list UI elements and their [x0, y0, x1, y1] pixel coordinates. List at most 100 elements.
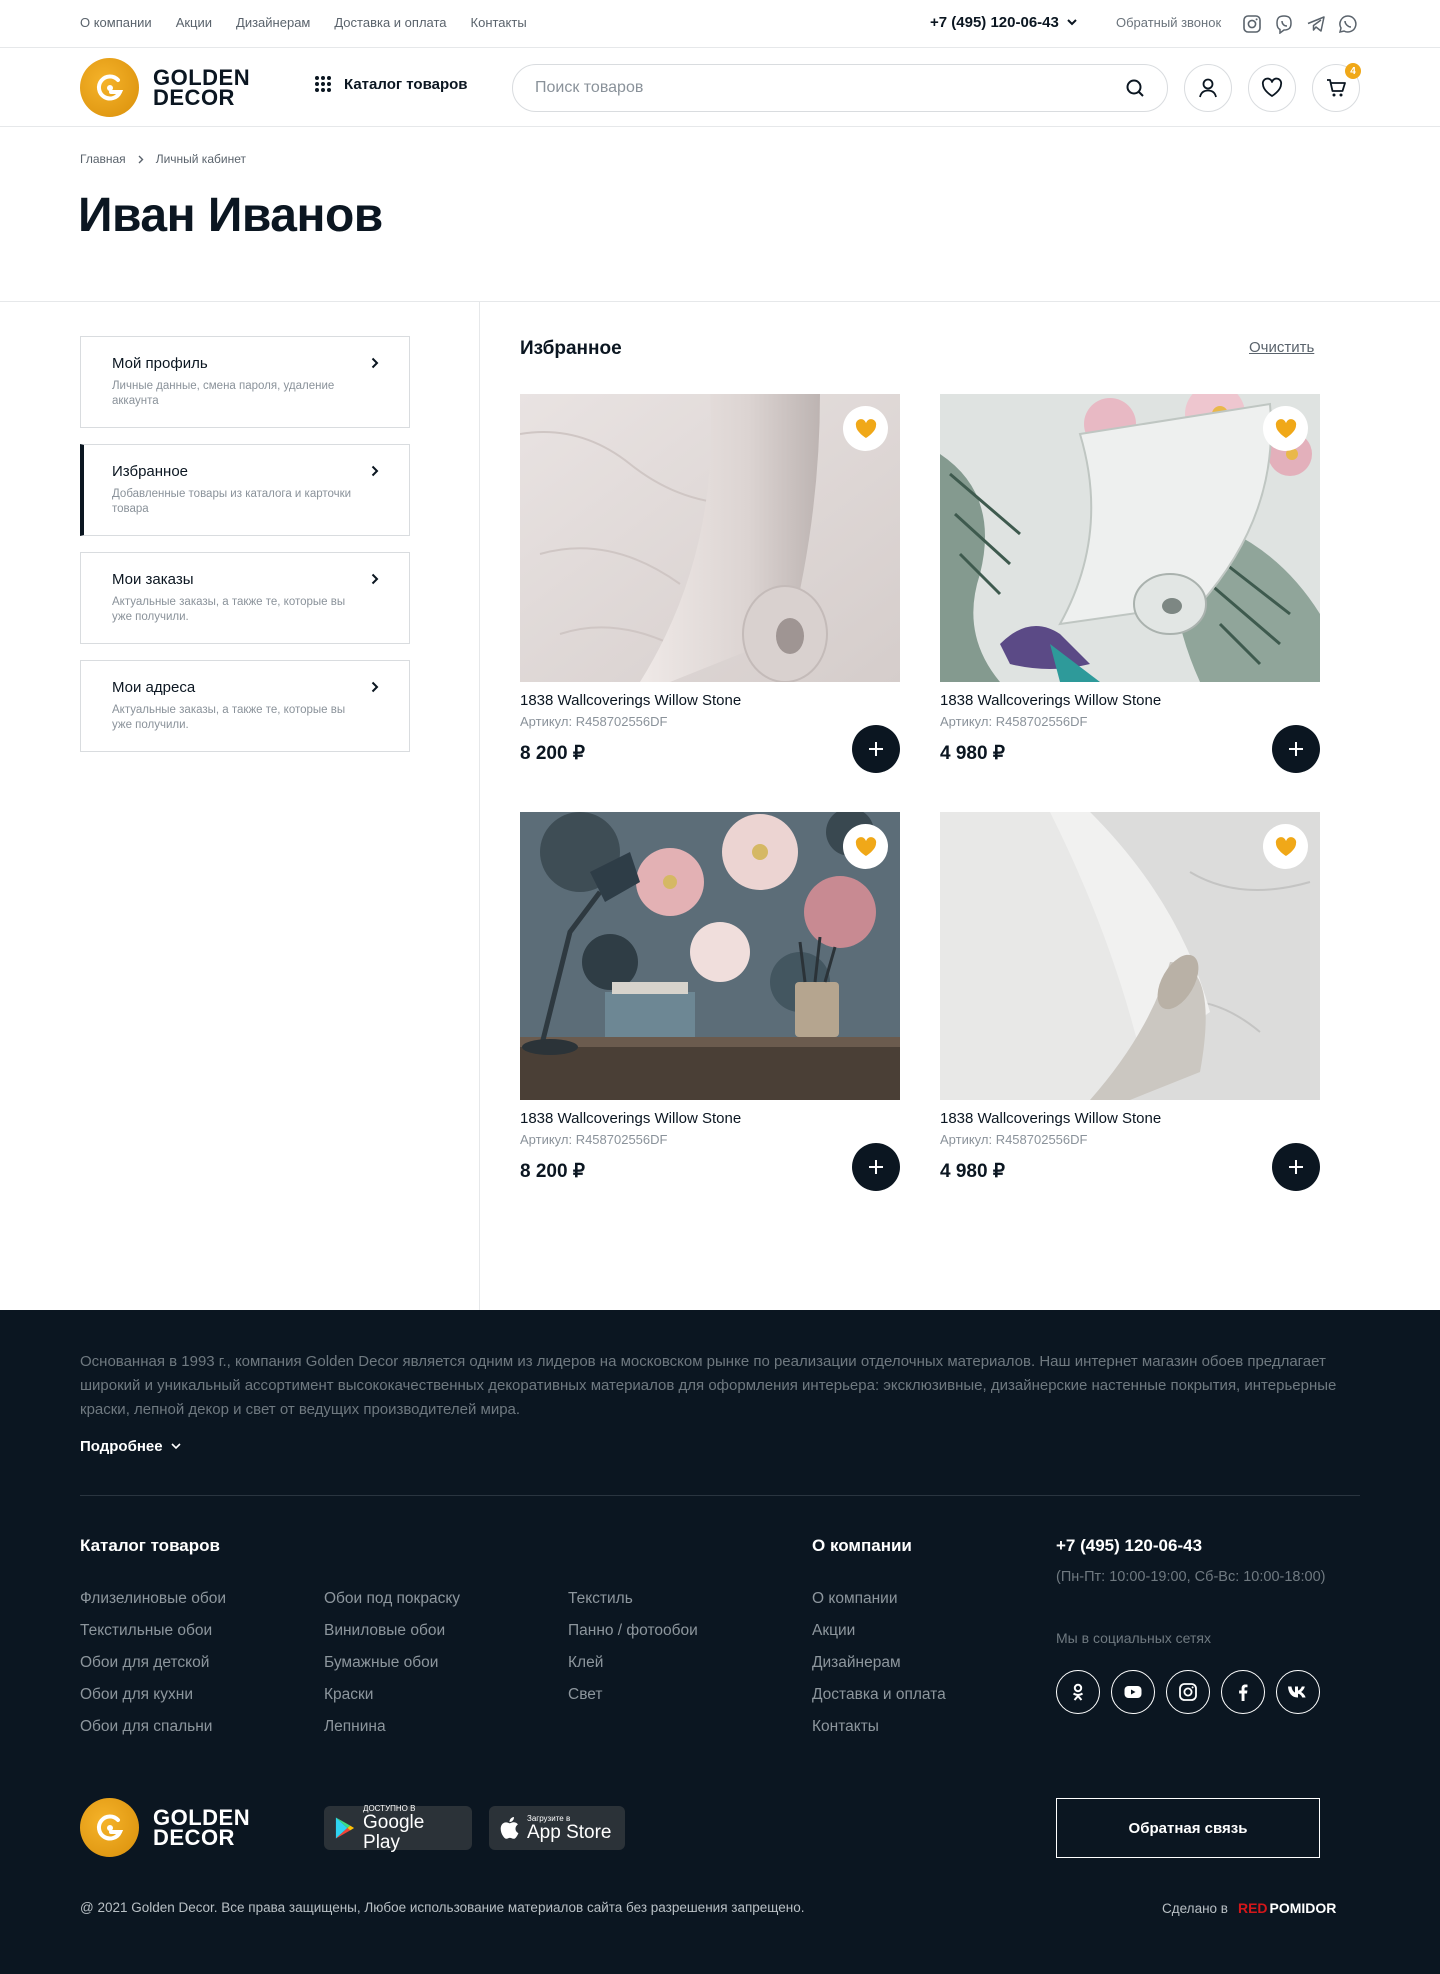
add-to-cart-button[interactable]	[852, 1143, 900, 1191]
odnoklassniki-icon[interactable]	[1056, 1670, 1100, 1714]
footer-socials-title: Мы в социальных сетях	[1056, 1630, 1211, 1646]
sidebar-item-profile[interactable]: Мой профиль Личные данные, смена пароля,…	[80, 336, 410, 428]
sidebar-item-title: Мой профиль	[112, 355, 208, 372]
favorite-toggle[interactable]	[1263, 824, 1308, 869]
footer-link[interactable]: Обои для спальни	[80, 1717, 226, 1736]
catalog-button[interactable]: Каталог товаров	[314, 75, 468, 93]
read-more-button[interactable]: Подробнее	[80, 1438, 181, 1455]
search-input[interactable]	[535, 79, 1125, 97]
footer-link[interactable]: Контакты	[812, 1717, 946, 1736]
product-name[interactable]: 1838 Wallcoverings Willow Stone	[940, 692, 1161, 709]
footer-link[interactable]: Акции	[812, 1621, 946, 1640]
add-to-cart-button[interactable]	[1272, 1143, 1320, 1191]
favorites-button[interactable]	[1248, 64, 1296, 112]
product-name[interactable]: 1838 Wallcoverings Willow Stone	[520, 692, 741, 709]
sidebar-item-addresses[interactable]: Мои адреса Актуальные заказы, а также те…	[80, 660, 410, 752]
add-to-cart-button[interactable]	[852, 725, 900, 773]
footer-link[interactable]: Обои для детской	[80, 1653, 226, 1672]
footer-link[interactable]: Обои под покраску	[324, 1589, 460, 1608]
logo[interactable]: GOLDEN DECOR	[80, 58, 250, 117]
youtube-icon[interactable]	[1111, 1670, 1155, 1714]
clear-favorites-link[interactable]: Очистить	[1249, 339, 1314, 356]
footer-link[interactable]: Текстильные обои	[80, 1621, 226, 1640]
viber-icon[interactable]	[1272, 12, 1296, 36]
app-store-big: App Store	[527, 1821, 612, 1843]
footer-link[interactable]: Флизелиновые обои	[80, 1589, 226, 1608]
footer-link[interactable]: Панно / фотообои	[568, 1621, 698, 1640]
favorite-toggle[interactable]	[1263, 406, 1308, 451]
footer-link[interactable]: Лепнина	[324, 1717, 460, 1736]
footer-socials	[1056, 1670, 1320, 1714]
instagram-icon[interactable]	[1240, 12, 1264, 36]
footer-link[interactable]: Текстиль	[568, 1589, 698, 1608]
breadcrumb-home[interactable]: Главная	[80, 152, 126, 166]
feedback-button[interactable]: Обратная связь	[1056, 1798, 1320, 1858]
top-nav-designers[interactable]: Дизайнерам	[236, 15, 310, 30]
product-card[interactable]: 1838 Wallcoverings Willow Stone Артикул:…	[940, 812, 1320, 1192]
footer-link[interactable]: Клей	[568, 1653, 698, 1672]
heart-filled-icon	[855, 836, 876, 856]
footer-link[interactable]: О компании	[812, 1589, 946, 1608]
heart-filled-icon	[1275, 418, 1296, 438]
footer-link[interactable]: Дизайнерам	[812, 1653, 946, 1672]
top-nav-contacts[interactable]: Контакты	[471, 15, 527, 30]
product-card[interactable]: 1838 Wallcoverings Willow Stone Артикул:…	[940, 394, 1320, 774]
footer-link[interactable]: Обои для кухни	[80, 1685, 226, 1704]
top-nav-about[interactable]: О компании	[80, 15, 152, 30]
app-store-button[interactable]: Загрузите в App Store	[489, 1806, 625, 1850]
product-card[interactable]: 1838 Wallcoverings Willow Stone Артикул:…	[520, 812, 900, 1192]
agency-logo-red[interactable]: RED	[1238, 1900, 1268, 1916]
favorite-toggle[interactable]	[843, 406, 888, 451]
profile-button[interactable]	[1184, 64, 1232, 112]
product-image[interactable]	[520, 812, 900, 1100]
product-image[interactable]	[520, 394, 900, 682]
product-article: Артикул: R458702556DF	[940, 1132, 1088, 1147]
top-nav-promo[interactable]: Акции	[176, 15, 212, 30]
whatsapp-icon[interactable]	[1336, 12, 1360, 36]
read-more-label: Подробнее	[80, 1438, 163, 1455]
sidebar-item-favorites[interactable]: Избранное Добавленные товары из каталога…	[80, 444, 410, 536]
chevron-down-icon	[1067, 19, 1077, 26]
product-image[interactable]	[940, 394, 1320, 682]
product-name[interactable]: 1838 Wallcoverings Willow Stone	[520, 1110, 741, 1127]
cart-button[interactable]: 4	[1312, 63, 1361, 112]
instagram-icon[interactable]	[1166, 1670, 1210, 1714]
breadcrumb-current: Личный кабинет	[155, 152, 246, 166]
product-price: 4 980 ₽	[940, 1161, 1005, 1182]
callback-link[interactable]: Обратный звонок	[1116, 15, 1221, 30]
vk-icon[interactable]	[1276, 1670, 1320, 1714]
product-image[interactable]	[940, 812, 1320, 1100]
google-play-button[interactable]: ДОСТУПНО В Google Play	[324, 1804, 472, 1852]
agency-logo-white[interactable]: POMIDOR	[1270, 1900, 1337, 1916]
made-in-label: Сделано в	[1162, 1900, 1228, 1916]
logo-line2: DECOR	[153, 1824, 235, 1850]
footer-logo[interactable]: GOLDEN DECOR	[80, 1798, 250, 1857]
logo-mark-icon	[80, 58, 139, 117]
footer-link[interactable]: Краски	[324, 1685, 460, 1704]
footer-link[interactable]: Бумажные обои	[324, 1653, 460, 1672]
search-icon[interactable]	[1125, 78, 1145, 98]
footer-company-title: О компании	[812, 1536, 912, 1555]
chevron-down-icon	[171, 1443, 181, 1450]
footer-link[interactable]: Виниловые обои	[324, 1621, 460, 1640]
chevron-right-icon	[371, 681, 379, 693]
product-name[interactable]: 1838 Wallcoverings Willow Stone	[940, 1110, 1161, 1127]
sidebar-item-title: Мои заказы	[112, 571, 194, 588]
facebook-icon[interactable]	[1221, 1670, 1265, 1714]
footer-link[interactable]: Доставка и оплата	[812, 1685, 946, 1704]
column-divider	[479, 302, 480, 1310]
footer-phone[interactable]: +7 (495) 120-06-43	[1056, 1536, 1202, 1556]
favorite-toggle[interactable]	[843, 824, 888, 869]
telegram-icon[interactable]	[1304, 12, 1328, 36]
footer-link[interactable]: Свет	[568, 1685, 698, 1704]
add-to-cart-button[interactable]	[1272, 725, 1320, 773]
phone-number: +7 (495) 120-06-43	[930, 14, 1059, 31]
search-box	[512, 64, 1168, 112]
phone-dropdown[interactable]: +7 (495) 120-06-43	[930, 14, 1077, 31]
top-nav-delivery[interactable]: Доставка и оплата	[334, 15, 446, 30]
product-card[interactable]: 1838 Wallcoverings Willow Stone Артикул:…	[520, 394, 900, 774]
chevron-right-icon	[371, 357, 379, 369]
page-title: Иван Иванов	[78, 189, 383, 242]
sidebar-item-orders[interactable]: Мои заказы Актуальные заказы, а также те…	[80, 552, 410, 644]
product-price: 8 200 ₽	[520, 1161, 585, 1182]
